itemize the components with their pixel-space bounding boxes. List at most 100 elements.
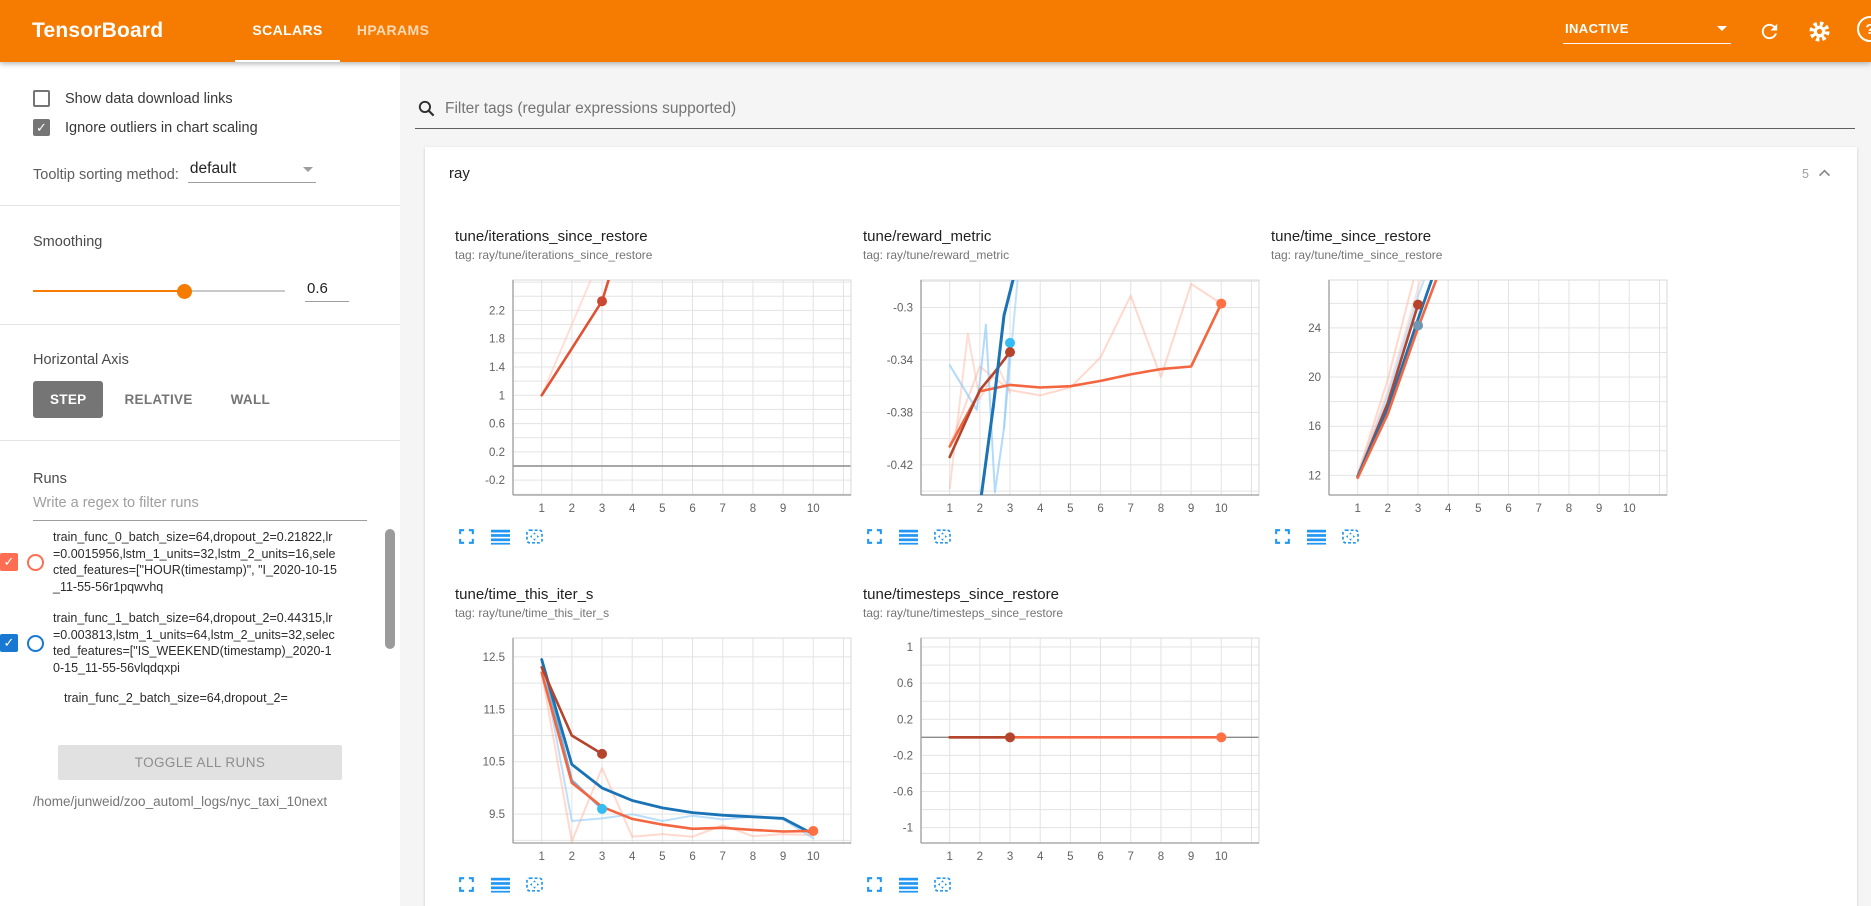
tab-scalars[interactable]: SCALARS bbox=[235, 0, 339, 62]
checkbox-row[interactable]: Show data download links bbox=[33, 90, 367, 107]
tag-group-card: ray 5 tune/iterations_since_restoretag: … bbox=[425, 147, 1857, 906]
tag-group-title: ray bbox=[449, 165, 470, 182]
x-tick-label: 6 bbox=[1097, 503, 1103, 515]
menu-lines-icon[interactable] bbox=[899, 875, 918, 894]
tooltip-sorting-dropdown[interactable]: default bbox=[188, 160, 316, 183]
x-tick-label: 1 bbox=[538, 503, 544, 515]
line-chart[interactable]: 2.21.81.410.60.2-0.212345678910 bbox=[455, 274, 853, 519]
main-pane: ray 5 tune/iterations_since_restoretag: … bbox=[400, 62, 1871, 906]
axis-option-relative[interactable]: RELATIVE bbox=[107, 381, 209, 418]
x-tick-label: 2 bbox=[569, 503, 575, 515]
expand-icon[interactable] bbox=[1273, 527, 1292, 546]
run-item-label: train_func_0_batch_size=64,dropout_2=0.2… bbox=[53, 529, 337, 595]
line-chart[interactable]: 10.60.2-0.2-0.6-112345678910 bbox=[863, 632, 1261, 867]
smoothing-value[interactable]: 0.6 bbox=[305, 280, 349, 302]
x-tick-label: 1 bbox=[538, 851, 544, 863]
runs-scrollbar-thumb[interactable] bbox=[385, 529, 395, 649]
x-tick-label: 2 bbox=[977, 503, 983, 515]
series-end-dot bbox=[597, 804, 607, 814]
tag-filter-input[interactable] bbox=[445, 100, 1853, 118]
fit-domain-icon[interactable] bbox=[933, 527, 952, 546]
checkbox[interactable]: ✓ bbox=[33, 119, 50, 136]
run-color-swatch[interactable] bbox=[27, 554, 44, 571]
run-checkbox[interactable]: ✓ bbox=[0, 634, 18, 652]
checkbox-row[interactable]: ✓ Ignore outliers in chart scaling bbox=[33, 119, 367, 136]
chart-toolbar bbox=[455, 527, 855, 546]
series-end-dot bbox=[597, 749, 607, 759]
chevron-down-icon bbox=[303, 167, 313, 172]
run-item-partial[interactable]: train_func_2_batch_size=64,dropout_2= bbox=[0, 691, 400, 705]
refresh-icon[interactable] bbox=[1757, 19, 1781, 43]
help-icon[interactable]: ? bbox=[1857, 16, 1871, 46]
y-tick-label: 0.6 bbox=[489, 419, 505, 431]
chart-tag: tag: ray/tune/time_this_iter_s bbox=[455, 606, 855, 620]
chart-tag: tag: ray/tune/reward_metric bbox=[863, 248, 1263, 262]
chart-title: tune/time_this_iter_s bbox=[455, 586, 855, 603]
smoothing-slider-knob[interactable] bbox=[177, 284, 192, 299]
axis-option-wall[interactable]: WALL bbox=[214, 381, 287, 418]
x-tick-label: 1 bbox=[1354, 503, 1360, 515]
x-tick-label: 4 bbox=[1037, 851, 1044, 863]
fit-domain-icon[interactable] bbox=[1341, 527, 1360, 546]
x-tick-label: 8 bbox=[750, 503, 756, 515]
x-tick-label: 9 bbox=[1188, 503, 1194, 515]
chevron-up-icon[interactable] bbox=[1816, 165, 1833, 182]
x-tick-label: 8 bbox=[1158, 503, 1164, 515]
run-color-swatch[interactable] bbox=[27, 635, 44, 652]
x-tick-label: 2 bbox=[977, 851, 983, 863]
checkbox[interactable] bbox=[33, 90, 50, 107]
toggle-all-runs-button[interactable]: TOGGLE ALL RUNS bbox=[58, 745, 342, 780]
fit-domain-icon[interactable] bbox=[525, 527, 544, 546]
y-tick-label: -0.2 bbox=[485, 475, 505, 487]
expand-icon[interactable] bbox=[865, 527, 884, 546]
axis-option-step[interactable]: STEP bbox=[33, 381, 103, 418]
menu-lines-icon[interactable] bbox=[491, 527, 510, 546]
series-end-dot bbox=[1005, 732, 1015, 742]
x-tick-label: 6 bbox=[689, 503, 695, 515]
y-tick-label: 12 bbox=[1308, 470, 1321, 482]
line-chart[interactable]: 12.511.510.59.512345678910 bbox=[455, 632, 853, 867]
x-tick-label: 6 bbox=[1097, 851, 1103, 863]
checkbox-label: Ignore outliers in chart scaling bbox=[65, 120, 258, 136]
menu-lines-icon[interactable] bbox=[899, 527, 918, 546]
tag-group-header[interactable]: ray 5 bbox=[425, 147, 1857, 200]
run-checkbox[interactable]: ✓ bbox=[0, 553, 18, 571]
sidebar: Show data download links ✓ Ignore outliers… bbox=[0, 62, 400, 906]
expand-icon[interactable] bbox=[457, 527, 476, 546]
expand-icon[interactable] bbox=[457, 875, 476, 894]
line-chart[interactable]: 2420161212345678910 bbox=[1271, 274, 1669, 519]
chart-card: tune/time_since_restoretag: ray/tune/tim… bbox=[1271, 212, 1671, 546]
x-tick-label: 10 bbox=[1215, 503, 1228, 515]
chart-toolbar bbox=[1271, 527, 1671, 546]
fit-domain-icon[interactable] bbox=[933, 875, 952, 894]
y-tick-label: -0.38 bbox=[887, 407, 913, 419]
series-end-dot bbox=[1216, 732, 1226, 742]
x-tick-label: 9 bbox=[780, 851, 786, 863]
settings-gear-icon[interactable] bbox=[1807, 19, 1831, 43]
line-chart[interactable]: -0.3-0.34-0.38-0.4212345678910 bbox=[863, 274, 1261, 519]
tab-hparams[interactable]: HPARAMS bbox=[340, 0, 447, 62]
series-end-dot bbox=[1216, 299, 1226, 309]
smoothing-slider[interactable] bbox=[33, 290, 285, 292]
x-tick-label: 8 bbox=[750, 851, 756, 863]
x-tick-label: 10 bbox=[807, 851, 820, 863]
charts-grid: tune/iterations_since_restoretag: ray/tu… bbox=[425, 200, 1857, 906]
x-tick-label: 1 bbox=[946, 851, 952, 863]
checkbox-label: Show data download links bbox=[65, 91, 233, 107]
header-tabs: SCALARSHPARAMS bbox=[235, 0, 446, 62]
menu-lines-icon[interactable] bbox=[1307, 527, 1326, 546]
x-tick-label: 7 bbox=[1128, 851, 1134, 863]
status-dropdown[interactable]: INACTIVE bbox=[1563, 19, 1731, 44]
chart-series-run0-smoothed bbox=[542, 673, 814, 832]
chart-toolbar bbox=[455, 875, 855, 894]
menu-lines-icon[interactable] bbox=[491, 875, 510, 894]
x-tick-label: 3 bbox=[1415, 503, 1421, 515]
expand-icon[interactable] bbox=[865, 875, 884, 894]
chart-series-run0-raw bbox=[542, 274, 601, 395]
run-item: ✓train_func_1_batch_size=64,dropout_2=0.… bbox=[0, 610, 400, 676]
x-tick-label: 7 bbox=[1536, 503, 1542, 515]
tag-filter-row bbox=[400, 62, 1871, 129]
fit-domain-icon[interactable] bbox=[525, 875, 544, 894]
x-tick-label: 4 bbox=[1037, 503, 1044, 515]
runs-filter-input[interactable] bbox=[33, 487, 367, 521]
